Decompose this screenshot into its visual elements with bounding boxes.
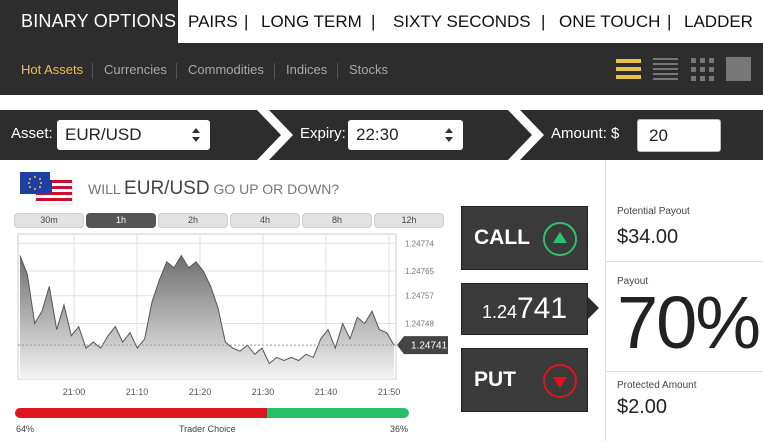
call-label: CALL [474, 226, 530, 249]
nav-separator: | [371, 12, 376, 31]
timeframe-12h[interactable]: 12h [374, 213, 444, 228]
chevron-right-icon [508, 110, 544, 160]
payout-divider [606, 261, 763, 262]
top-nav: BINARY OPTIONS PAIRS | LONG TERM | SIXTY… [0, 0, 763, 43]
price-main-digits: 741 [516, 292, 568, 325]
timeframe-2h[interactable]: 2h [158, 213, 228, 228]
x-tick-label: 21:50 [378, 387, 401, 397]
y-tick-label: 1.24748 [405, 319, 434, 328]
timeframe-4h[interactable]: 4h [230, 213, 300, 228]
nav-separator: | [244, 12, 249, 31]
expiry-label: Expiry: [300, 125, 346, 142]
put-button[interactable]: PUT [461, 348, 588, 412]
timeframe-1h[interactable]: 1h [86, 213, 156, 228]
tab-sixty-seconds[interactable]: SIXTY SECONDS [393, 0, 531, 43]
arrow-up-icon [543, 222, 577, 256]
x-axis-ticks: 21:00 21:10 21:20 21:30 21:40 21:50 [63, 387, 401, 397]
question-text: WILL EUR/USD GO UP OR DOWN? [88, 178, 339, 200]
arrow-down-icon [543, 364, 577, 398]
subnav-item-commodities[interactable]: Commodities [188, 62, 264, 77]
question-asset: EUR/USD [124, 178, 210, 199]
asset-label: Asset: [11, 125, 53, 142]
nav-separator: | [541, 12, 546, 31]
y-axis-ticks: 1.24774 1.24765 1.24757 1.24748 [405, 239, 434, 328]
y-tick-label: 1.24774 [405, 239, 434, 248]
tab-one-touch[interactable]: ONE TOUCH [559, 0, 660, 43]
compact-list-view-icon[interactable] [653, 57, 679, 81]
call-button[interactable]: CALL [461, 206, 588, 270]
grid-view-icon[interactable] [690, 57, 716, 81]
payout-divider [606, 371, 763, 372]
tab-long-term[interactable]: LONG TERM [261, 0, 362, 43]
x-tick-label: 21:00 [63, 387, 86, 397]
nav-separator: | [667, 12, 672, 31]
price-pointer [588, 297, 599, 319]
trader-choice-bar [15, 408, 409, 418]
price-prefix: 1.24 [481, 302, 517, 322]
question-suffix: GO UP OR DOWN? [213, 181, 340, 197]
expiry-select[interactable]: 22:30 [348, 120, 463, 150]
y-tick-label: 1.24765 [405, 267, 434, 276]
x-tick-label: 21:40 [315, 387, 338, 397]
subnav-item-currencies[interactable]: Currencies [104, 62, 167, 77]
protected-amount-label: Protected Amount [617, 380, 697, 391]
expiry-select-value: 22:30 [356, 125, 399, 144]
x-tick-label: 21:30 [252, 387, 275, 397]
tab-pairs[interactable]: PAIRS [188, 0, 238, 43]
brand-tab[interactable]: BINARY OPTIONS [0, 0, 178, 43]
subnav-item-indices[interactable]: Indices [286, 62, 327, 77]
chevron-right-icon [257, 110, 293, 160]
single-view-icon[interactable] [726, 57, 752, 81]
question-prefix: WILL [88, 181, 121, 197]
select-arrows-icon [445, 128, 453, 142]
asset-select-value: EUR/USD [65, 125, 142, 144]
subnav-divider [176, 63, 177, 79]
potential-payout-label: Potential Payout [617, 206, 690, 217]
select-arrows-icon [192, 128, 200, 142]
trader-choice-call-fill [267, 408, 409, 418]
trader-choice-label: Trader Choice [179, 424, 236, 434]
trader-choice-put-fill [15, 408, 268, 418]
subnav-item-stocks[interactable]: Stocks [349, 62, 388, 77]
x-tick-label: 21:10 [126, 387, 149, 397]
price-chart: 1.247741.247651.247571.24748 21:00 21:10 2… [17, 233, 448, 397]
subnav-item-hot-assets[interactable]: Hot Assets [21, 62, 83, 77]
asset-select[interactable]: EUR/USD [57, 120, 210, 150]
eur-usd-flag-icon [20, 172, 73, 205]
potential-payout-value: $34.00 [617, 226, 679, 248]
current-price-tag: 1.24741 [397, 336, 448, 355]
subnav-divider [274, 63, 275, 79]
put-label: PUT [474, 368, 516, 391]
subnav-divider [92, 63, 93, 79]
sub-nav: Hot Assets Currencies Commodities Indice… [0, 43, 763, 95]
list-view-icon[interactable] [616, 57, 642, 81]
x-tick-label: 21:20 [189, 387, 212, 397]
subnav-divider [337, 63, 338, 79]
timeframe-30m[interactable]: 30m [14, 213, 84, 228]
call-percentage: 36% [390, 424, 409, 434]
protected-amount-value: $2.00 [617, 396, 668, 418]
payout-percentage: 70% [617, 281, 761, 364]
y-tick-label: 1.24757 [405, 292, 434, 301]
timeframe-8h[interactable]: 8h [302, 213, 372, 228]
amount-label: Amount: $ [551, 125, 620, 142]
amount-input[interactable]: 20 [637, 119, 721, 152]
tab-ladder[interactable]: LADDER [684, 0, 753, 43]
put-percentage: 64% [16, 424, 35, 434]
current-price-display: 1.24741 [461, 283, 588, 335]
current-price-label: 1.24741 [411, 341, 448, 352]
